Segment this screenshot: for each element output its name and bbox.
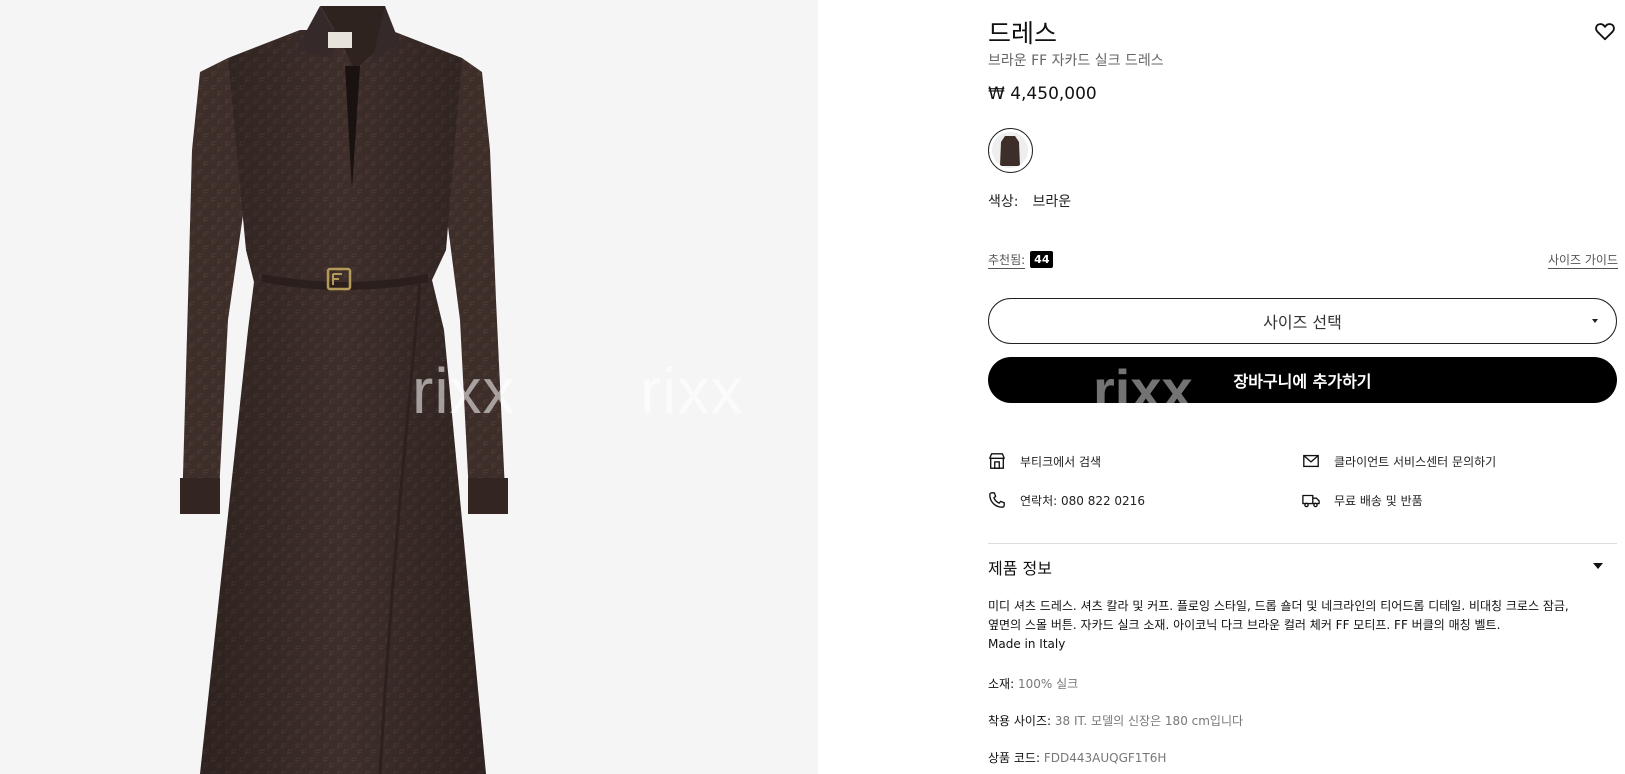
product-info-toggle[interactable]: 제품 정보 xyxy=(988,555,1617,579)
size-guide-link[interactable]: 사이즈 가이드 xyxy=(1548,251,1618,268)
truck-icon xyxy=(1302,494,1320,508)
phone-icon xyxy=(989,492,1005,508)
contact-phone-link[interactable]: 연락처: 080 822 0216 xyxy=(988,491,1145,509)
client-service-label: 클라이언트 서비스센터 문의하기 xyxy=(1334,454,1497,469)
product-code-label: 상품 코드: xyxy=(988,751,1041,765)
product-code-value: FDD443AUQGF1T6H xyxy=(1043,751,1167,765)
boutique-search-link[interactable]: 부티크에서 검색 xyxy=(988,452,1101,470)
description-line: 미디 셔츠 드레스. 셔츠 칼라 및 커프. 플로잉 스타일, 드롭 숄더 및 … xyxy=(988,599,1569,613)
color-info: 색상: 브라운 xyxy=(988,191,1071,211)
watermark-text: rixx xyxy=(412,355,516,427)
color-swatch-brown[interactable] xyxy=(988,128,1033,173)
caret-down-icon xyxy=(1593,563,1603,569)
watermark-text: rixx xyxy=(640,355,744,427)
product-info-heading: 제품 정보 xyxy=(988,559,1052,578)
fit-spec: 착용 사이즈: 38 IT. 모델의 신장은 180 cm입니다 xyxy=(988,712,1243,729)
section-divider xyxy=(988,543,1617,544)
material-label: 소재: xyxy=(988,677,1015,691)
add-to-cart-label: 장바구니에 추가하기 xyxy=(1233,372,1372,391)
chevron-down-icon xyxy=(1592,319,1598,323)
product-subtitle: 브라운 FF 자카드 실크 드레스 xyxy=(988,53,1164,69)
shipping-returns-label: 무료 배송 및 반품 xyxy=(1334,493,1423,508)
product-details-panel: 드레스 브라운 FF 자카드 실크 드레스 ₩ 4,450,000 색상: 브라운… xyxy=(988,0,1618,774)
recommended-label: 추천됨: xyxy=(988,253,1026,267)
product-price: ₩ 4,450,000 xyxy=(988,84,1097,104)
description-line: Made in Italy xyxy=(988,637,1066,651)
client-service-link[interactable]: 클라이언트 서비스센터 문의하기 xyxy=(1302,452,1496,470)
recommended-size-badge: 44 xyxy=(1030,251,1054,268)
product-title: 드레스 xyxy=(988,19,1058,48)
product-description: 미디 셔츠 드레스. 셔츠 칼라 및 커프. 플로잉 스타일, 드롭 숄더 및 … xyxy=(988,597,1617,654)
boutique-search-label: 부티크에서 검색 xyxy=(1020,454,1102,469)
recommended-size: 추천됨: 44 xyxy=(988,251,1054,268)
size-select-dropdown[interactable]: 사이즈 선택 xyxy=(988,298,1617,344)
shipping-returns-link[interactable]: 무료 배송 및 반품 xyxy=(1302,491,1423,509)
color-value: 브라운 xyxy=(1032,194,1072,210)
material-spec: 소재: 100% 실크 xyxy=(988,675,1078,692)
fit-label: 착용 사이즈: xyxy=(988,714,1052,728)
mail-icon xyxy=(1303,454,1319,468)
contact-phone-label: 연락처: 080 822 0216 xyxy=(1020,493,1145,508)
watermark-text: rixx xyxy=(1093,358,1193,403)
color-label: 색상: xyxy=(988,194,1019,210)
swatch-thumbnail xyxy=(992,132,1028,168)
store-icon xyxy=(989,453,1005,469)
material-value: 100% 실크 xyxy=(1017,677,1079,691)
size-select-label: 사이즈 선택 xyxy=(1263,313,1342,332)
add-to-cart-button[interactable]: rixx 장바구니에 추가하기 xyxy=(988,357,1617,403)
description-line: 옆면의 스몰 버튼. 자카드 실크 소재. 아이코닉 다크 브라운 컬러 체커 … xyxy=(988,618,1501,632)
product-image[interactable]: rixx rixx xyxy=(0,0,818,774)
product-code-spec: 상품 코드: FDD443AUQGF1T6H xyxy=(988,749,1166,766)
fit-value: 38 IT. 모델의 신장은 180 cm입니다 xyxy=(1054,714,1244,728)
heart-icon[interactable] xyxy=(1594,20,1616,42)
